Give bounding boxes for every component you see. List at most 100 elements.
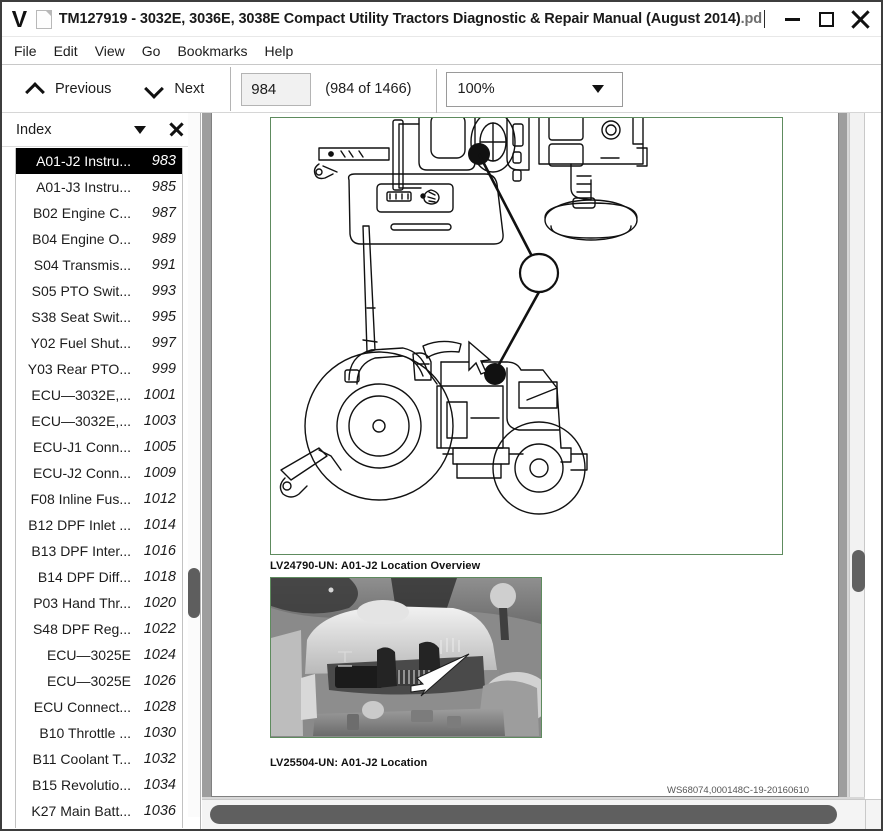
index-row[interactable]: B15 Revolutio... 1034	[16, 772, 182, 798]
next-page-button[interactable]: Next	[135, 71, 214, 107]
document-viewer: LV24790-UN: A01-J2 Location Overview LV2…	[202, 113, 881, 829]
index-row-page-number: 995	[151, 309, 176, 325]
index-row-page-number: 993	[151, 283, 176, 299]
index-row[interactable]: B12 DPF Inlet ... 1014	[16, 512, 182, 538]
window-controls	[762, 2, 881, 37]
index-row-label: B14 DPF Diff...	[37, 569, 131, 585]
index-row-page-number: 1005	[143, 439, 176, 455]
viewer-vertical-scrollbar-thumb[interactable]	[852, 550, 865, 592]
index-row-page-number: 987	[151, 205, 176, 221]
menu-item-help[interactable]: Help	[265, 40, 305, 62]
menu-item-bookmarks[interactable]: Bookmarks	[177, 40, 258, 62]
index-row-label: B11 Coolant T...	[32, 751, 131, 767]
index-row-page-number: 1016	[143, 543, 176, 559]
index-row-label: Y03 Rear PTO...	[27, 361, 131, 377]
index-row-page-number: 1024	[143, 647, 176, 663]
index-row[interactable]: S38 Seat Swit... 995	[16, 304, 182, 330]
viewer-horizontal-scrollbar[interactable]	[202, 799, 865, 829]
index-row-page-number: 1001	[143, 387, 176, 403]
index-row-label: S38 Seat Swit...	[31, 309, 131, 325]
index-row[interactable]: S04 Transmis... 991	[16, 252, 182, 278]
index-row-page-number: 1030	[143, 725, 176, 741]
index-list[interactable]: A01-J2 Instru... 983 A01-J3 Instru... 985 B0…	[15, 148, 183, 828]
index-row[interactable]: S05 PTO Swit... 993	[16, 278, 182, 304]
index-row[interactable]: B14 DPF Diff... 1018	[16, 564, 182, 590]
index-row[interactable]: A01-J3 Instru... 985	[16, 174, 182, 200]
zoom-level-value: 100%	[457, 81, 495, 97]
index-row-page-number: 1034	[143, 777, 176, 793]
page-count-label: (984 of 1466)	[325, 81, 412, 97]
index-row[interactable]: S48 DPF Reg... 1022	[16, 616, 182, 642]
menu-item-go[interactable]: Go	[142, 40, 172, 62]
next-page-label: Next	[174, 81, 205, 97]
index-row-page-number: 1009	[143, 465, 176, 481]
index-row-label: A01-J3 Instru...	[36, 179, 131, 195]
close-button[interactable]	[843, 2, 877, 37]
viewer-horizontal-scrollbar-thumb[interactable]	[210, 805, 837, 824]
page-scroll-area: LV24790-UN: A01-J2 Location Overview LV2…	[202, 113, 847, 797]
sidebar-title: Index	[16, 121, 52, 138]
index-row[interactable]: ECU Connect... 1028	[16, 694, 182, 720]
index-row[interactable]: ECU-J2 Conn... 1009	[16, 460, 182, 486]
maximize-button[interactable]	[809, 2, 843, 37]
index-row[interactable]: B11 Coolant T... 1032	[16, 746, 182, 772]
pdf-viewer-window: V TM127919 - 3032E, 3036E, 3038E Compact…	[0, 0, 883, 831]
page-number-input[interactable]	[241, 72, 312, 106]
index-row[interactable]: B10 Throttle ... 1030	[16, 720, 182, 746]
sidebar-scrollbar[interactable]	[188, 113, 200, 817]
index-row[interactable]: ECU-J1 Conn... 1005	[16, 434, 182, 460]
chevron-down-icon	[591, 85, 604, 93]
app-logo-icon: V	[11, 5, 27, 32]
zoom-level-dropdown[interactable]: 100%	[435, 68, 623, 113]
viewer-vertical-scrollbar[interactable]	[849, 113, 865, 797]
index-row[interactable]: F08 Inline Fus... 1012	[16, 486, 182, 512]
index-row-label: ECU—3025E	[46, 673, 131, 689]
figure-location-photo	[270, 577, 542, 738]
index-row[interactable]: B02 Engine C... 987	[16, 200, 182, 226]
index-row[interactable]: ECU—3025E 1024	[16, 642, 182, 668]
index-row[interactable]: ECU—3032E,... 1001	[16, 382, 182, 408]
toolbar: Previous Next (984 of 1466) 100%	[2, 66, 881, 113]
index-row[interactable]: Y02 Fuel Shut... 997	[16, 330, 182, 356]
index-row[interactable]: B13 DPF Inter... 1016	[16, 538, 182, 564]
menu-item-view[interactable]: View	[95, 40, 136, 62]
index-row-label: ECU—3025E	[46, 647, 131, 663]
window-controls-divider	[764, 10, 765, 28]
index-row[interactable]: K27 Main Batt... 1036	[16, 798, 182, 824]
close-icon	[850, 9, 870, 29]
index-row-label: K27 Main Batt...	[31, 803, 131, 819]
index-row[interactable]: B04 Engine O... 989	[16, 226, 182, 252]
index-row[interactable]: ECU—3025E 1026	[16, 668, 182, 694]
index-row-page-number: 1026	[143, 673, 176, 689]
minimize-button[interactable]	[775, 2, 809, 37]
index-row-label: ECU Connect...	[33, 699, 131, 715]
index-row-label: ECU-J2 Conn...	[32, 465, 131, 481]
index-row-label: A01-J2 Instru...	[36, 153, 131, 169]
index-row-label: B13 DPF Inter...	[31, 543, 131, 559]
minimize-icon	[784, 17, 800, 21]
window-title-text: TM127919 - 3032E, 3036E, 3038E Compact U…	[58, 11, 741, 27]
chevron-down-icon[interactable]	[134, 125, 146, 134]
index-sidebar: Index A01-J2 Instru... 983 A01-J3 Instru..…	[2, 113, 201, 829]
index-row-label: P03 Hand Thr...	[33, 595, 131, 611]
previous-page-button[interactable]: Previous	[16, 71, 121, 107]
menu-bar: File Edit View Go Bookmarks Help	[2, 37, 881, 65]
index-row-label: ECU—3032E,...	[31, 387, 131, 403]
index-row[interactable]: A01-J2 Instru... 983	[16, 148, 182, 174]
index-row-label: S48 DPF Reg...	[32, 621, 131, 637]
index-row-label: B02 Engine C...	[32, 205, 131, 221]
sidebar-scrollbar-thumb[interactable]	[188, 568, 200, 618]
menu-item-file[interactable]: File	[14, 40, 48, 62]
index-row[interactable]: P03 Hand Thr... 1020	[16, 590, 182, 616]
close-icon[interactable]	[169, 122, 184, 137]
index-row[interactable]: Y03 Rear PTO... 999	[16, 356, 182, 382]
menu-item-edit[interactable]: Edit	[54, 40, 89, 62]
title-bar: V TM127919 - 3032E, 3036E, 3038E Compact…	[2, 2, 881, 37]
index-row-page-number: 1022	[143, 621, 176, 637]
maximize-icon	[818, 11, 834, 27]
index-row-label: Y02 Fuel Shut...	[30, 335, 131, 351]
tractor-line-drawing	[279, 118, 648, 515]
figure-location-overview	[270, 117, 783, 555]
index-row-label: F08 Inline Fus...	[30, 491, 131, 507]
index-row[interactable]: ECU—3032E,... 1003	[16, 408, 182, 434]
